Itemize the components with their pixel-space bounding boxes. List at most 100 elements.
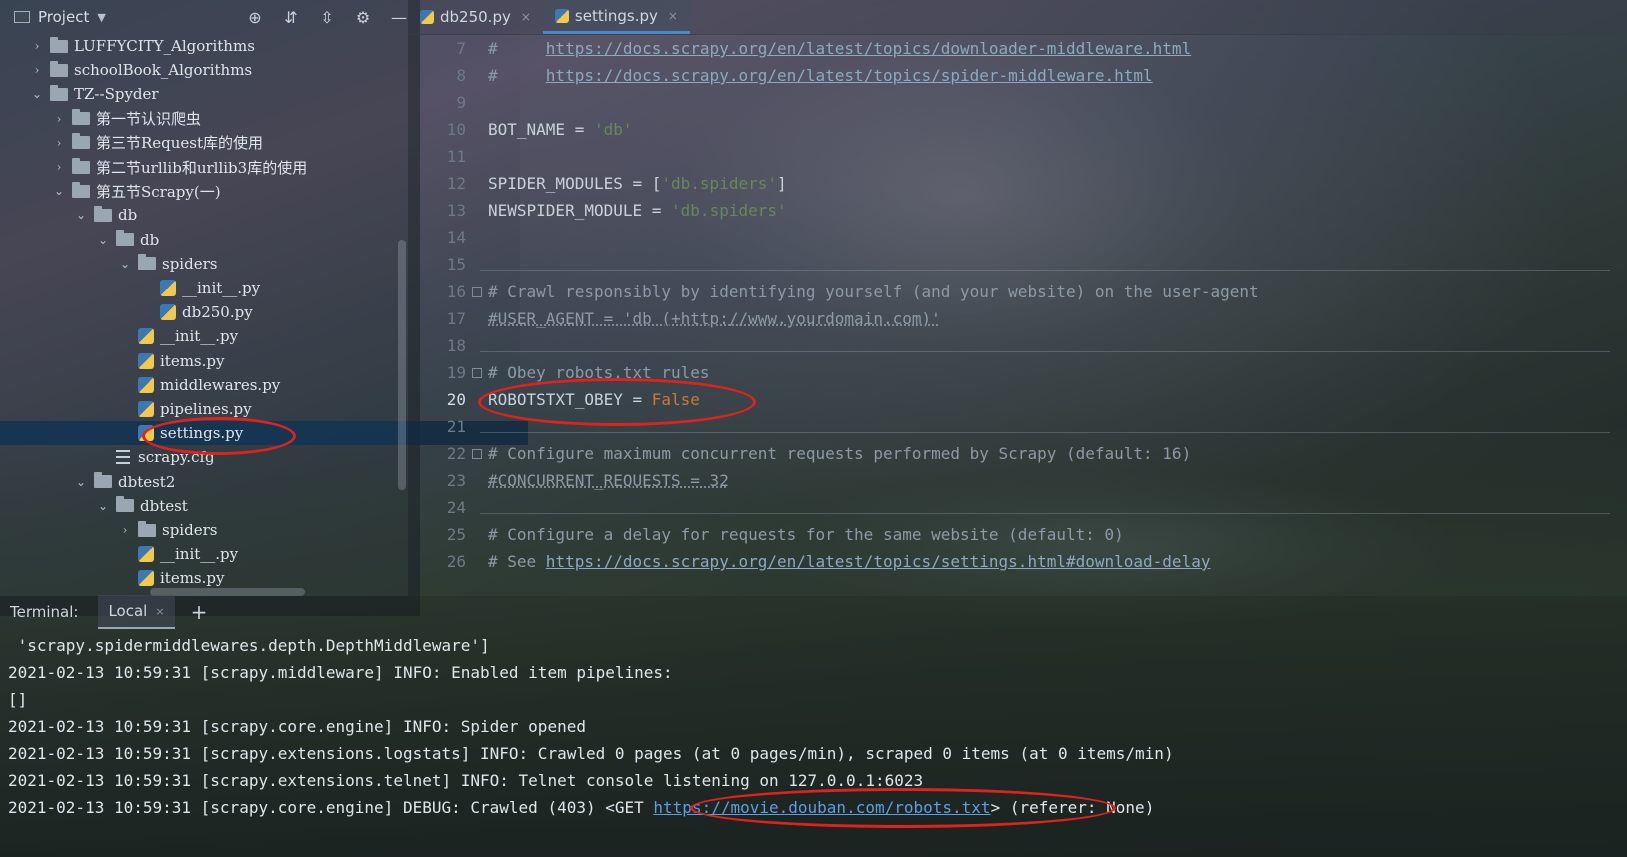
tree-item-label: schoolBook_Algorithms <box>74 61 253 80</box>
python-file-icon <box>138 352 154 369</box>
project-toolbar: ⊕ ⇵ ⇳ ⚙ — <box>244 6 410 28</box>
doc-link[interactable]: https://docs.scrapy.org/en/latest/topics… <box>546 66 1153 85</box>
python-file-icon <box>138 425 154 442</box>
line-number: 21 <box>446 417 466 436</box>
string-literal: 'db.spiders' <box>661 174 777 193</box>
method-separator <box>480 432 1610 433</box>
tree-item[interactable]: › schoolBook_Algorithms <box>0 58 440 82</box>
tree-item[interactable]: › 第一节认识爬虫 <box>0 107 462 131</box>
tree-item[interactable]: › LUFFYCITY_Algorithms <box>0 34 440 58</box>
python-file-icon <box>138 328 154 345</box>
terminal-line: 2021-02-13 10:59:31 [scrapy.extensions.l… <box>8 744 1174 763</box>
gear-icon[interactable]: ⚙ <box>352 6 374 28</box>
terminal-text: 2021-02-13 10:59:31 [scrapy.core.engine]… <box>8 798 654 817</box>
line-number: 9 <box>456 93 466 112</box>
close-icon[interactable]: × <box>668 9 678 23</box>
code-line-12: SPIDER_MODULES = ['db.spiders'] <box>488 170 787 197</box>
tree-item-label: TZ--Spyder <box>74 85 159 104</box>
line-number: 7 <box>456 39 466 58</box>
line-number: 11 <box>446 147 466 166</box>
terminal-text: > (referer: None) <box>990 798 1155 817</box>
python-file-icon <box>138 376 154 393</box>
robots-txt-link[interactable]: https://movie.douban.com/robots.txt <box>653 798 990 817</box>
comment-prefix: # See <box>488 552 546 571</box>
tree-item-label: scrapy.cfg <box>138 448 215 467</box>
line-number: 18 <box>446 336 466 355</box>
chevron-down-icon[interactable]: ⌄ <box>96 233 110 247</box>
tree-item-label: middlewares.py <box>160 375 281 394</box>
doc-link[interactable]: https://docs.scrapy.org/en/latest/topics… <box>546 39 1191 58</box>
tree-item[interactable]: ⌄ TZ--Spyder <box>0 82 440 106</box>
code-line-26: # See https://docs.scrapy.org/en/latest/… <box>488 548 1210 575</box>
terminal-line: 2021-02-13 10:59:31 [scrapy.extensions.t… <box>8 771 924 790</box>
tree-item[interactable]: › 第三节Request库的使用 <box>0 131 462 155</box>
folder-icon <box>72 133 90 150</box>
line-number: 15 <box>446 255 466 274</box>
tree-item-label: dbtest2 <box>118 472 176 491</box>
line-number: 16 <box>446 282 466 301</box>
crosshair-icon[interactable]: ⊕ <box>244 6 266 28</box>
package-icon <box>116 230 134 247</box>
line-number: 26 <box>446 552 466 571</box>
chevron-right-icon[interactable]: › <box>118 523 132 537</box>
tree-item-label: items.py <box>160 351 225 370</box>
code-line-23: #CONCURRENT_REQUESTS = 32 <box>488 471 729 490</box>
line-number: 19 <box>446 363 466 382</box>
add-terminal-icon[interactable]: + <box>191 600 208 624</box>
tree-item-label: items.py <box>160 569 225 588</box>
tab-settings[interactable]: settings.py × <box>542 0 690 34</box>
tree-item-label: 第一节认识爬虫 <box>96 110 202 129</box>
tree-item-label: __init__.py <box>182 279 261 297</box>
chevron-right-icon[interactable]: › <box>52 160 66 174</box>
string-literal: 'db.spiders' <box>671 201 787 220</box>
chevron-down-icon[interactable]: ⌄ <box>52 184 66 198</box>
project-title[interactable]: Project <box>38 8 89 26</box>
tree-item-label: 第三节Request库的使用 <box>96 134 264 153</box>
close-icon[interactable]: × <box>521 10 531 24</box>
line-number: 14 <box>446 228 466 247</box>
python-file-icon <box>138 570 154 587</box>
fold-marker-icon[interactable] <box>472 287 482 297</box>
collapse-all-icon[interactable]: ⇳ <box>316 6 338 28</box>
chevron-right-icon[interactable]: › <box>52 112 66 126</box>
terminal-label: Terminal: <box>10 603 79 621</box>
folder-icon <box>72 109 90 126</box>
fold-marker-icon[interactable] <box>472 449 482 459</box>
chevron-down-icon[interactable]: ⌄ <box>74 475 88 489</box>
terminal-line: 2021-02-13 10:59:31 [scrapy.core.engine]… <box>8 794 1154 821</box>
tree-item[interactable]: ⌄ 第五节Scrapy(一) <box>0 179 462 203</box>
tree-item[interactable]: › 第二节urllib和urllib3库的使用 <box>0 155 462 179</box>
tab-db250[interactable]: db250.py × <box>408 0 543 34</box>
fold-marker-icon[interactable] <box>472 368 482 378</box>
project-icon <box>14 11 30 23</box>
chevron-down-icon[interactable]: ⌄ <box>118 257 132 271</box>
terminal-tab-local[interactable]: Local × <box>98 595 175 629</box>
vertical-scrollbar[interactable] <box>398 240 406 490</box>
chevron-down-icon[interactable]: ⌄ <box>74 208 88 222</box>
chevron-down-icon[interactable]: ⌄ <box>30 87 44 101</box>
chevron-down-icon[interactable]: ▼ <box>97 11 105 24</box>
minimize-icon[interactable]: — <box>388 6 410 28</box>
package-icon <box>116 496 134 513</box>
line-number: 22 <box>446 444 466 463</box>
chevron-right-icon[interactable]: › <box>30 39 44 53</box>
code-line-8: # https://docs.scrapy.org/en/latest/topi… <box>488 62 1153 89</box>
code-text: BOT_NAME = <box>488 120 594 139</box>
folder-icon <box>50 36 68 53</box>
chevron-down-icon[interactable]: ⌄ <box>96 499 110 513</box>
doc-link[interactable]: https://docs.scrapy.org/en/latest/topics… <box>546 552 1211 571</box>
line-number: 10 <box>446 120 466 139</box>
chevron-right-icon[interactable]: › <box>30 63 44 77</box>
expand-all-icon[interactable]: ⇵ <box>280 6 302 28</box>
package-icon <box>138 520 156 537</box>
code-text: SPIDER_MODULES = [ <box>488 174 662 193</box>
code-line-19: # Obey robots.txt rules <box>488 363 710 382</box>
folder-icon <box>72 181 90 198</box>
code-line-16: # Crawl responsibly by identifying yours… <box>488 282 1259 301</box>
chevron-right-icon[interactable]: › <box>52 136 66 150</box>
tree-item-label: __init__.py <box>160 327 239 346</box>
code-editor[interactable]: 7 8 9 10 11 12 13 14 15 16 17 18 19 20 21 22 23 24 25 26 # … <box>408 34 1627 596</box>
folder-icon <box>72 157 90 174</box>
close-icon[interactable]: × <box>155 605 164 618</box>
terminal-line: 2021-02-13 10:59:31 [scrapy.middleware] … <box>8 663 673 682</box>
